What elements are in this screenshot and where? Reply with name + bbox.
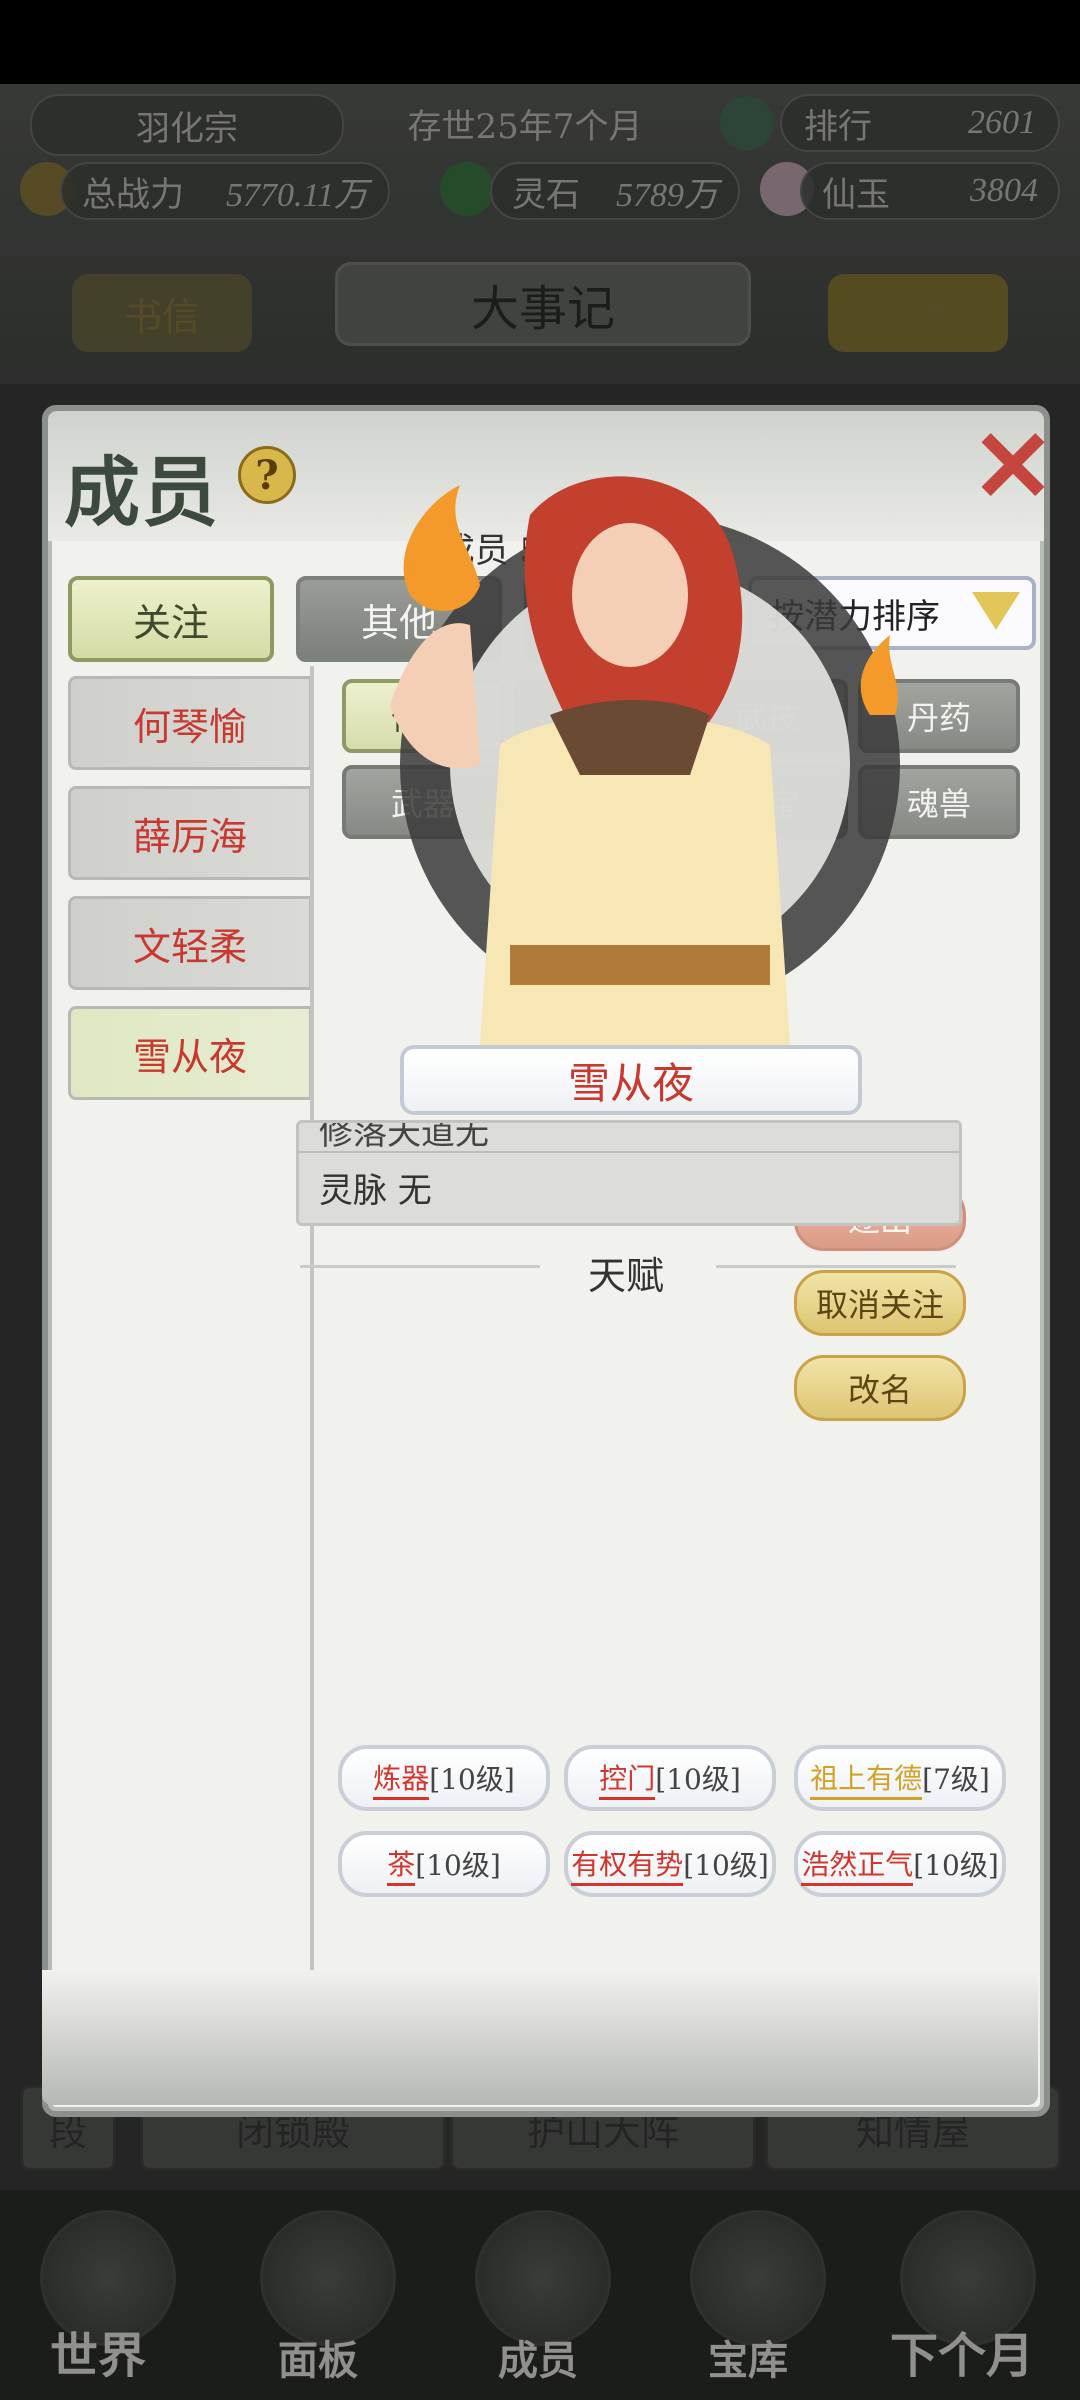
talent-name: 浩然正气 [801, 1843, 914, 1886]
flame-left-icon [403, 485, 480, 612]
help-icon[interactable]: ? [238, 446, 296, 504]
talent-level: [7级] [922, 1763, 990, 1796]
character-portrait [390, 476, 900, 1045]
talent-name: 祖上有德 [810, 1757, 923, 1800]
member-name: 何琴愉 [132, 704, 247, 749]
talent-level: [10级] [683, 1849, 769, 1882]
chevron-down-icon [972, 592, 1020, 630]
member-name: 文轻柔 [132, 924, 247, 969]
subtab-beast-label: 魂兽 [906, 785, 971, 823]
info-row-partial: 修落天道无 [319, 1120, 489, 1153]
tab-followed[interactable]: 关注 [68, 576, 274, 662]
member-item-3[interactable]: 文轻柔 [68, 896, 312, 990]
face-shape [572, 523, 688, 667]
member-item-4[interactable]: 雪从夜 [68, 1006, 312, 1100]
member-name: 雪从夜 [132, 1034, 247, 1079]
talent-chip[interactable]: 有权有势 [10级] [564, 1831, 776, 1897]
talent-title: 天赋 [587, 1254, 664, 1298]
close-icon[interactable]: ✕ [968, 416, 1058, 516]
belt-shape [510, 945, 770, 985]
talent-level: [10级] [415, 1849, 501, 1882]
info-divider [299, 1151, 959, 1153]
member-item-1[interactable]: 何琴愉 [68, 676, 312, 770]
rename-label: 改名 [847, 1371, 912, 1409]
talent-name: 控门 [599, 1757, 656, 1800]
list-divider [310, 666, 314, 2021]
info-list[interactable]: 修落天道无 灵脉 无 [296, 1120, 962, 1226]
status-bar [0, 0, 1080, 84]
talent-name: 茶 [387, 1843, 416, 1886]
subtab-pills-label: 丹药 [906, 699, 971, 737]
talent-chip[interactable]: 祖上有德 [7级] [794, 1745, 1006, 1811]
dialog-footer-deco [42, 1970, 1038, 2105]
talent-chip[interactable]: 控门 [10级] [564, 1745, 776, 1811]
tab-followed-label: 关注 [132, 600, 209, 645]
talent-level: [10级] [429, 1763, 515, 1796]
talent-chip[interactable]: 炼器 [10级] [338, 1745, 550, 1811]
talent-level: [10级] [655, 1763, 741, 1796]
talent-level: [10级] [913, 1849, 999, 1882]
selected-name-text: 雪从夜 [567, 1058, 694, 1108]
talent-chip[interactable]: 茶 [10级] [338, 1831, 550, 1897]
talent-chip[interactable]: 浩然正气 [10级] [794, 1831, 1006, 1897]
selected-member-name: 雪从夜 [400, 1045, 862, 1115]
rename-button[interactable]: 改名 [794, 1355, 966, 1421]
talent-name: 有权有势 [571, 1843, 684, 1886]
member-item-2[interactable]: 薛厉海 [68, 786, 312, 880]
talent-name: 炼器 [373, 1757, 430, 1800]
info-row-spirit-vein: 灵脉 无 [319, 1171, 432, 1211]
member-name: 薛厉海 [132, 814, 247, 859]
